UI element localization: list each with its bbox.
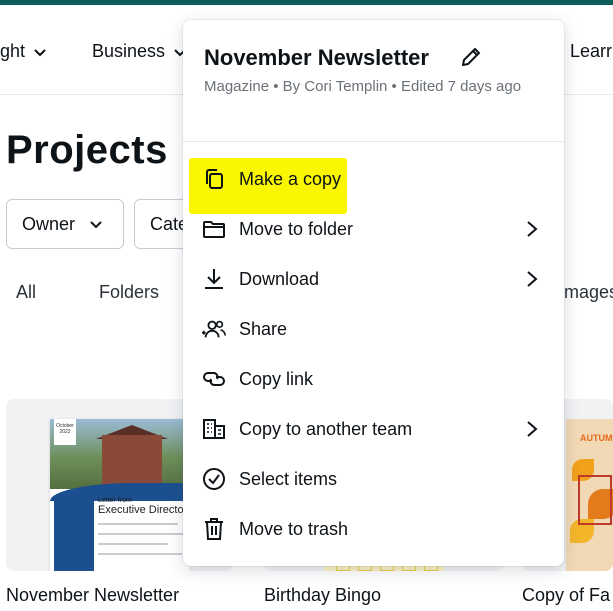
chevron-right-icon bbox=[527, 271, 538, 287]
menu-item-select-items[interactable]: Select items bbox=[183, 454, 564, 504]
menu-item-make-a-copy[interactable]: Make a copy bbox=[183, 154, 564, 204]
owner-filter-label: Owner bbox=[22, 213, 76, 234]
menu-item-label: Share bbox=[239, 318, 288, 339]
newsletter-thumbnail: October 2022 Letter from Executive Direc… bbox=[50, 419, 190, 571]
download-icon bbox=[201, 266, 227, 292]
nav-item-insight[interactable]: ight bbox=[0, 41, 47, 62]
project-card-label[interactable]: November Newsletter bbox=[6, 585, 179, 606]
nav-item-learn[interactable]: Learr bbox=[570, 41, 612, 62]
thumbnail-frame bbox=[578, 475, 612, 525]
nav-item-label: ight bbox=[0, 41, 26, 61]
menu-item-label: Move to trash bbox=[239, 518, 349, 539]
menu-item-move-to-folder[interactable]: Move to folder bbox=[183, 204, 564, 254]
nav-item-business[interactable]: Business bbox=[92, 41, 187, 62]
chevron-right-icon bbox=[527, 221, 538, 237]
page-title: Projects bbox=[6, 128, 168, 172]
copy-icon bbox=[201, 166, 227, 192]
trash-icon bbox=[201, 516, 227, 542]
chevron-right-icon bbox=[527, 421, 538, 437]
menu-item-label: Make a copy bbox=[239, 168, 342, 189]
thumbnail-date-tag: October 2022 bbox=[54, 419, 76, 445]
thumbnail-heading: Executive Director bbox=[98, 504, 188, 516]
menu-item-download[interactable]: Download bbox=[183, 254, 564, 304]
project-card-label[interactable]: Birthday Bingo bbox=[264, 585, 381, 606]
check-circle-icon bbox=[201, 466, 227, 492]
thumbnail-text-line bbox=[98, 553, 182, 555]
thumbnail-title: AUTUM bbox=[580, 433, 613, 443]
chevron-down-icon bbox=[90, 221, 102, 229]
menu-item-move-to-trash[interactable]: Move to trash bbox=[183, 504, 564, 554]
chevron-down-icon bbox=[34, 48, 46, 56]
thumbnail-sidebar bbox=[54, 501, 94, 571]
context-menu-header: November Newsletter Magazine • By Cori T… bbox=[183, 20, 564, 142]
menu-item-copy-link[interactable]: Copy link bbox=[183, 354, 564, 404]
menu-item-label: Copy link bbox=[239, 368, 314, 389]
thumbnail-text-line bbox=[98, 533, 184, 535]
fall-thumbnail: AUTUM bbox=[566, 419, 613, 571]
building-icon bbox=[201, 416, 227, 442]
menu-item-label: Download bbox=[239, 268, 320, 289]
design-meta: Magazine • By Cori Templin • Edited 7 da… bbox=[204, 78, 522, 95]
menu-item-share[interactable]: Share bbox=[183, 304, 564, 354]
tab-all[interactable]: All bbox=[16, 282, 36, 303]
folder-icon bbox=[201, 216, 227, 242]
menu-item-label: Copy to another team bbox=[239, 418, 413, 439]
pencil-icon[interactable] bbox=[458, 44, 484, 70]
tab-folders[interactable]: Folders bbox=[99, 282, 159, 303]
owner-filter-dropdown[interactable]: Owner bbox=[6, 199, 124, 249]
nav-item-label: Business bbox=[92, 41, 166, 61]
project-context-menu: November Newsletter Magazine • By Cori T… bbox=[183, 20, 564, 566]
project-card-label[interactable]: Copy of Fa bbox=[522, 585, 610, 606]
design-title[interactable]: November Newsletter bbox=[204, 45, 429, 71]
menu-item-label: Select items bbox=[239, 468, 338, 489]
thumbnail-text-line bbox=[98, 523, 178, 525]
nav-item-label: Learr bbox=[570, 41, 613, 61]
thumbnail-house bbox=[102, 435, 162, 485]
menu-item-label: Move to folder bbox=[239, 218, 354, 239]
menu-item-copy-to-another-team[interactable]: Copy to another team bbox=[183, 404, 564, 454]
link-icon bbox=[201, 366, 227, 392]
thumbnail-text-line bbox=[98, 543, 168, 545]
share-people-icon bbox=[201, 316, 227, 342]
tab-images[interactable]: mages bbox=[564, 282, 613, 303]
